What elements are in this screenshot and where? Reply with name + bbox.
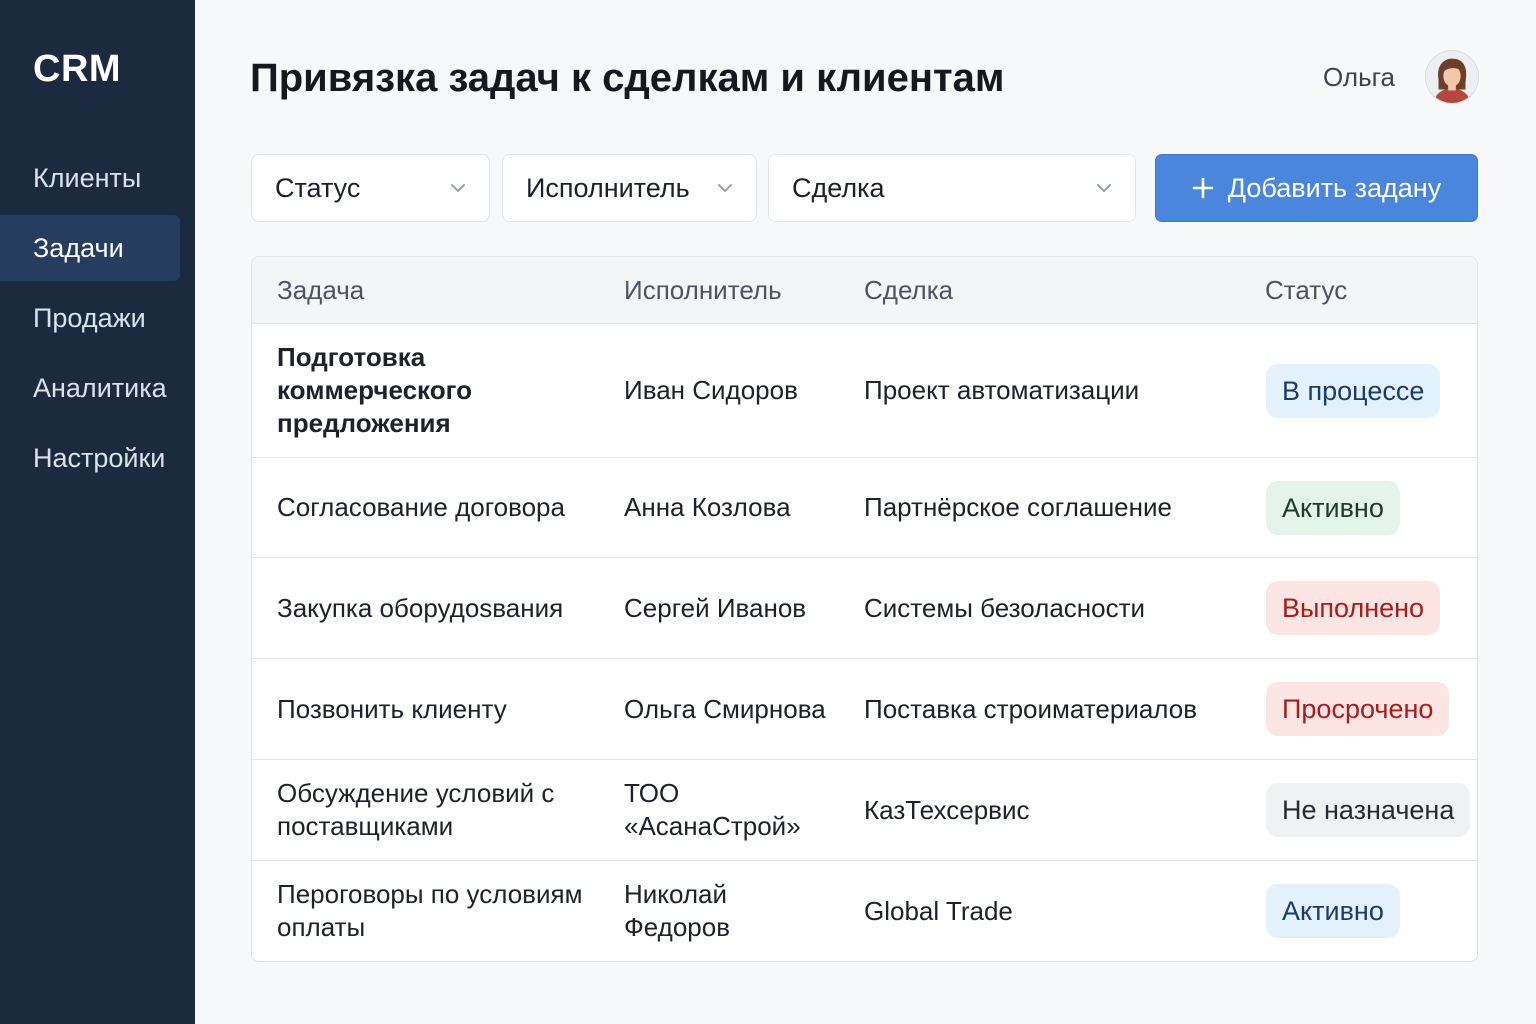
- task-assignee: ТОО «АсанаСтрой»: [624, 778, 801, 841]
- add-task-button[interactable]: Добавить задану: [1155, 154, 1478, 222]
- sidebar: CRM Клиенты Задачи Продажи Аналитика Нас…: [0, 0, 195, 1024]
- task-assignee: Анна Козлова: [624, 492, 791, 522]
- table-header: Задача Исполнитель Сделка Статус: [252, 257, 1477, 324]
- task-name: Согласование договора: [277, 492, 565, 522]
- avatar[interactable]: [1425, 50, 1479, 104]
- filters-bar: Статус Исполнитель Сделка Добавить задан…: [251, 154, 1478, 222]
- task-status-cell: Выполнено: [1266, 558, 1476, 658]
- task-name: Перoговоры по условиям оплаты: [277, 879, 583, 942]
- chevron-down-icon: [451, 184, 465, 192]
- chevron-down-icon: [1097, 184, 1111, 192]
- task-deal: Проект автоматизации: [864, 375, 1140, 405]
- user-name: Ольга: [1322, 61, 1395, 92]
- sidebar-item-tasks[interactable]: Задачи: [0, 215, 180, 281]
- deal-filter-label: Сделка: [792, 172, 885, 203]
- sidebar-item-analytics[interactable]: Аналитика: [0, 355, 180, 421]
- column-header-status[interactable]: Статус: [1265, 257, 1347, 324]
- column-header-deal[interactable]: Сделка: [864, 257, 953, 324]
- table-row[interactable]: Подготовка коммерческого предложения Ива…: [252, 324, 1477, 458]
- sidebar-nav: Клиенты Задачи Продажи Аналитика Настрой…: [0, 145, 195, 495]
- sidebar-item-sales[interactable]: Продажи: [0, 285, 180, 351]
- table-row[interactable]: Позвонить клиенту Ольга Смирнова Поставк…: [252, 659, 1477, 760]
- add-task-label: Добавить задану: [1227, 172, 1442, 203]
- assignee-filter-label: Исполнитель: [526, 172, 690, 203]
- page-title: Привязка задач к сделкам и клиентам: [250, 56, 1005, 100]
- task-deal: Global Trade: [864, 895, 1013, 926]
- task-deal: КазТехсервис: [864, 794, 1030, 825]
- sidebar-item-clients[interactable]: Клиенты: [0, 145, 180, 211]
- task-deal: Системы безоласности: [864, 592, 1146, 623]
- column-header-assignee[interactable]: Исполнитель: [624, 257, 782, 324]
- task-status-cell: Активно: [1266, 458, 1476, 557]
- task-assignee: Ольга Смирнова: [624, 693, 826, 724]
- table-row[interactable]: Согласование договора Анна Козлова Партн…: [252, 458, 1477, 558]
- status-filter-label: Статус: [275, 172, 361, 203]
- task-assignee: Иван Сидоров: [624, 375, 798, 405]
- status-badge: Активно: [1266, 884, 1400, 938]
- status-badge: Не назначена: [1266, 783, 1471, 837]
- sidebar-item-settings[interactable]: Настройки: [0, 425, 180, 491]
- chevron-down-icon: [718, 184, 732, 192]
- user-menu[interactable]: Ольга: [1323, 50, 1479, 104]
- plus-icon: [1192, 177, 1214, 199]
- task-deal: Партнёрское соглашение: [864, 492, 1172, 522]
- task-name: Обсуждение условий с поставщиками: [277, 778, 555, 841]
- app-logo: CRM: [33, 48, 122, 90]
- task-status-cell: Просрочено: [1266, 659, 1476, 759]
- status-badge: Активно: [1266, 480, 1400, 535]
- table-row[interactable]: Закупка оборудоsвания Сергей Иванов Сист…: [252, 558, 1477, 659]
- status-badge: Выполнено: [1266, 581, 1441, 635]
- column-header-task[interactable]: Задача: [277, 257, 364, 324]
- task-status-cell: Не назначена: [1266, 760, 1476, 860]
- status-badge: Просрочено: [1266, 682, 1450, 736]
- task-name: Подготовка коммерческого предложения: [277, 342, 472, 438]
- status-filter-dropdown[interactable]: Статус: [251, 154, 490, 222]
- task-assignee: Николай Федоров: [624, 879, 731, 942]
- task-deal: Поставка строиматериалов: [864, 693, 1198, 724]
- task-status-cell: В процессе: [1266, 324, 1476, 457]
- tasks-table: Задача Исполнитель Сделка Статус Подгото…: [251, 256, 1478, 962]
- deal-filter-dropdown[interactable]: Сделка: [768, 154, 1136, 222]
- table-row[interactable]: Перoговоры по условиям оплаты Николай Фе…: [252, 861, 1477, 961]
- task-status-cell: Активно: [1266, 861, 1476, 961]
- task-name: Позвонить клиенту: [277, 693, 507, 724]
- task-name: Закупка оборудоsвания: [277, 592, 564, 623]
- assignee-filter-dropdown[interactable]: Исполнитель: [502, 154, 757, 222]
- status-badge: В процессе: [1266, 363, 1441, 418]
- table-row[interactable]: Обсуждение условий с поставщиками ТОО «А…: [252, 760, 1477, 861]
- task-assignee: Сергей Иванов: [624, 592, 807, 623]
